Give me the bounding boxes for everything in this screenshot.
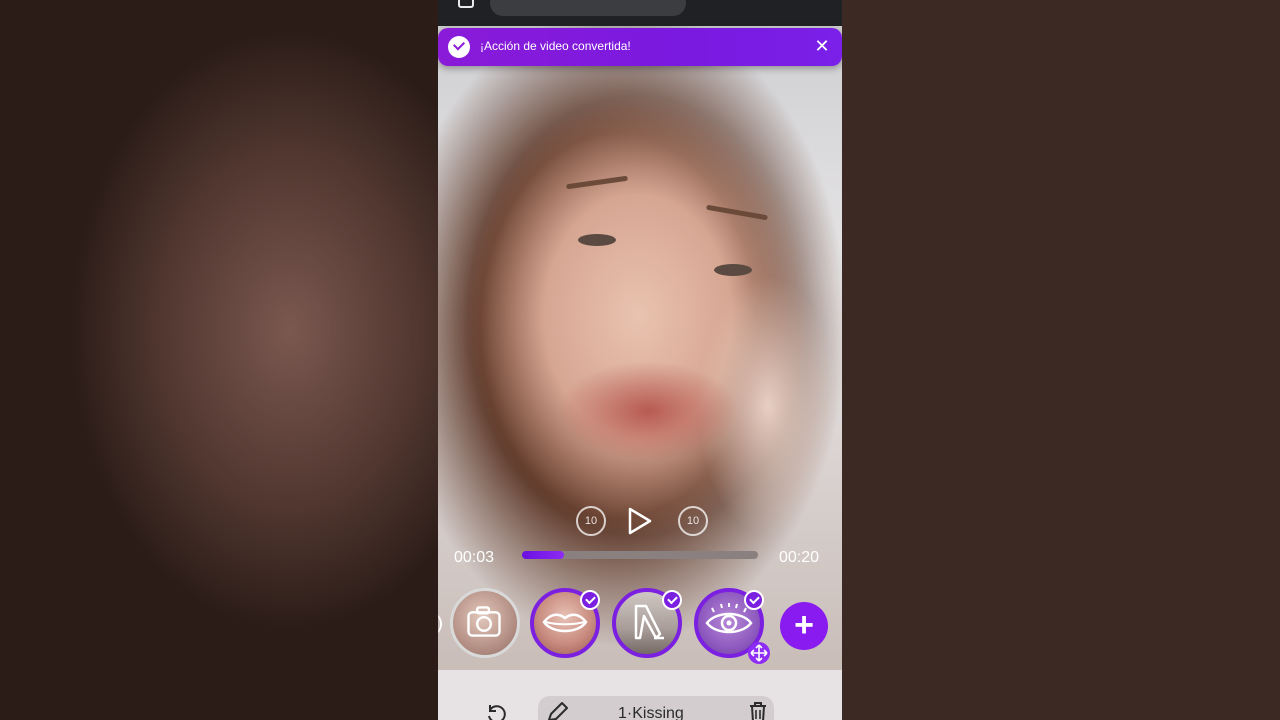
toast-message: ¡Acción de video convertida! — [480, 39, 631, 53]
clip-label: 1·Kissing — [618, 705, 684, 720]
move-handle-icon[interactable] — [748, 642, 770, 664]
effect-thumb-heels[interactable] — [612, 588, 682, 658]
play-button[interactable] — [624, 506, 654, 536]
effect-thumb-eye[interactable] — [694, 588, 770, 664]
blurred-background-right — [842, 0, 1280, 720]
add-effect-button[interactable]: + — [780, 602, 828, 650]
effect-thumb-camera[interactable] — [450, 588, 520, 658]
blurred-background-left — [0, 0, 438, 720]
left-eyebrow — [565, 175, 629, 190]
play-icon — [628, 507, 652, 535]
forward-seconds-label: 10 — [686, 515, 700, 527]
effect-thumb-lips[interactable] — [530, 588, 600, 658]
progress-fill — [522, 551, 565, 559]
home-icon[interactable] — [458, 0, 474, 8]
rewind-10-button[interactable]: 10 — [576, 506, 606, 536]
pencil-icon[interactable] — [544, 700, 570, 720]
rewind-seconds-label: 10 — [584, 515, 598, 527]
current-time: 00:03 — [454, 549, 495, 566]
selected-check-icon — [744, 590, 764, 610]
forward-10-button[interactable]: 10 — [678, 506, 708, 536]
phone-screen: ¡Acción de video convertida! ✕ 10 10 00:… — [438, 0, 842, 720]
address-bar[interactable] — [490, 0, 686, 16]
camera-icon — [467, 606, 501, 637]
right-eyebrow — [706, 204, 768, 221]
trash-icon[interactable] — [746, 700, 770, 720]
right-eye — [714, 264, 752, 276]
conversion-toast: ¡Acción de video convertida! ✕ — [438, 28, 842, 66]
close-icon[interactable]: ✕ — [812, 35, 832, 57]
browser-toolbar — [438, 0, 842, 26]
duration-time: 00:20 — [779, 549, 820, 566]
video-preview[interactable] — [438, 26, 842, 670]
selected-check-icon — [662, 590, 682, 610]
check-circle-icon — [448, 36, 470, 58]
selected-check-icon — [580, 590, 600, 610]
undo-icon[interactable] — [484, 702, 508, 720]
left-eye — [578, 234, 616, 246]
progress-slider[interactable] — [522, 551, 758, 559]
